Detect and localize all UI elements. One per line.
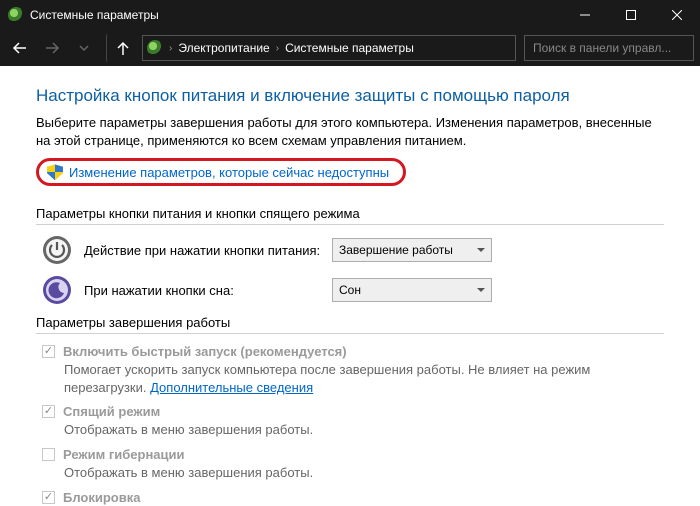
chevron-down-icon — [477, 248, 485, 252]
select-value: Сон — [339, 283, 361, 297]
checkbox[interactable] — [42, 448, 55, 461]
checkbox[interactable] — [42, 345, 55, 358]
shield-icon — [47, 164, 63, 180]
option-lock: Блокировка Отображать в меню аватара. — [42, 490, 664, 506]
chevron-down-icon — [477, 288, 485, 292]
window-controls — [562, 0, 700, 30]
sleep-button-setting: При нажатии кнопки сна: Сон — [36, 275, 664, 305]
sleep-button-action-select[interactable]: Сон — [332, 278, 492, 302]
forward-button[interactable] — [38, 34, 66, 62]
option-fast-startup: Включить быстрый запуск (рекомендуется) … — [42, 344, 664, 396]
maximize-button[interactable] — [608, 0, 654, 30]
page-title: Настройка кнопок питания и включение защ… — [36, 86, 664, 106]
sleep-button-label: При нажатии кнопки сна: — [84, 283, 332, 298]
sleep-icon — [42, 275, 72, 305]
power-button-label: Действие при нажатии кнопки питания: — [84, 243, 332, 258]
option-label: Блокировка — [63, 490, 140, 505]
checkbox[interactable] — [42, 491, 55, 504]
section-title-buttons: Параметры кнопки питания и кнопки спящег… — [36, 206, 664, 221]
recent-dropdown-icon[interactable] — [70, 34, 98, 62]
page-intro: Выберите параметры завершения работы для… — [36, 114, 664, 150]
divider — [36, 333, 664, 334]
more-info-link[interactable]: Дополнительные сведения — [150, 380, 313, 395]
chevron-right-icon: › — [276, 43, 279, 54]
minimize-button[interactable] — [562, 0, 608, 30]
option-hibernate: Режим гибернации Отображать в меню завер… — [42, 447, 664, 482]
option-description: Помогает ускорить запуск компьютера посл… — [64, 361, 604, 396]
search-input[interactable] — [531, 40, 690, 56]
close-button[interactable] — [654, 0, 700, 30]
select-value: Завершение работы — [339, 243, 453, 257]
breadcrumb-item[interactable]: Системные параметры — [285, 41, 414, 55]
section-title-shutdown: Параметры завершения работы — [36, 315, 664, 330]
breadcrumb-item[interactable]: Электропитание — [178, 41, 269, 55]
address-bar[interactable]: › Электропитание › Системные параметры — [142, 35, 516, 61]
option-sleep: Спящий режим Отображать в меню завершени… — [42, 404, 664, 439]
toolbar: › Электропитание › Системные параметры — [0, 30, 700, 66]
option-description: Отображать в меню завершения работы. — [64, 464, 604, 482]
up-button[interactable] — [106, 34, 134, 62]
window-title: Системные параметры — [30, 8, 562, 22]
chevron-right-icon: › — [169, 43, 172, 54]
option-label: Включить быстрый запуск (рекомендуется) — [63, 344, 347, 359]
power-button-setting: Действие при нажатии кнопки питания: Зав… — [36, 235, 664, 265]
titlebar: Системные параметры — [0, 0, 700, 30]
search-box[interactable] — [524, 35, 694, 61]
power-icon — [42, 235, 72, 265]
option-description: Отображать в меню завершения работы. — [64, 421, 604, 439]
checkbox[interactable] — [42, 405, 55, 418]
content-area: Настройка кнопок питания и включение защ… — [0, 66, 700, 506]
change-unavailable-settings-link[interactable]: Изменение параметров, которые сейчас нед… — [69, 165, 389, 180]
option-label: Спящий режим — [63, 404, 160, 419]
back-button[interactable] — [6, 34, 34, 62]
option-label: Режим гибернации — [63, 447, 185, 462]
divider — [36, 224, 664, 225]
shutdown-options: Включить быстрый запуск (рекомендуется) … — [36, 344, 664, 506]
admin-link-highlight: Изменение параметров, которые сейчас нед… — [36, 158, 406, 186]
power-button-action-select[interactable]: Завершение работы — [332, 238, 492, 262]
app-icon — [8, 7, 24, 23]
address-bar-icon — [147, 40, 163, 56]
